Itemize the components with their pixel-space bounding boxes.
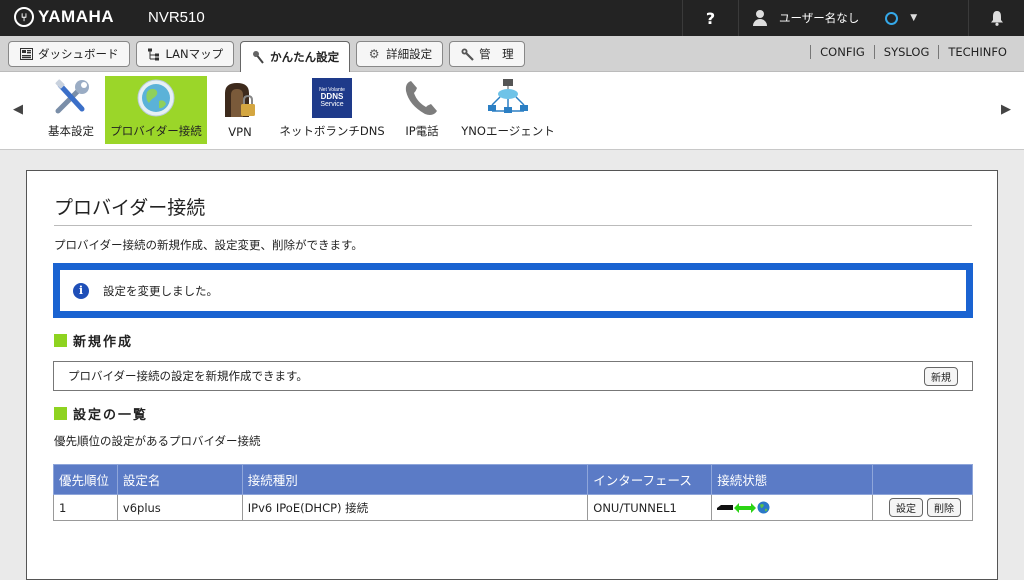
tab-lan-map[interactable]: LANマップ (135, 41, 235, 67)
section-title: 設定の一覧 (73, 408, 149, 423)
user-icon (753, 10, 767, 26)
new-create-description: プロバイダー接続の設定を新規作成できます。 (68, 369, 308, 383)
edit-button[interactable]: 設定 (889, 498, 924, 517)
tab-label: LANマップ (165, 47, 224, 61)
section-marker-icon (54, 334, 67, 347)
chevron-down-icon: ▼ (910, 13, 918, 23)
section-list: 設定の一覧 (54, 404, 148, 423)
globe-icon (757, 501, 770, 514)
section-marker-icon (54, 407, 67, 420)
notification-button[interactable] (968, 0, 1024, 36)
nav-bar: ダッシュボード LANマップ かんたん設定 ⚙ 詳細設定 管 理 CONFIG … (0, 36, 1024, 72)
scroll-left-icon[interactable]: ◀ (13, 102, 23, 117)
help-button[interactable]: ? (682, 0, 738, 36)
tab-advanced[interactable]: ⚙ 詳細設定 (356, 41, 444, 67)
menu-label: ネットボランチDNS (279, 124, 385, 138)
cell-actions: 設定 削除 (872, 494, 973, 521)
menu-label: IP電話 (405, 124, 439, 138)
page-title: プロバイダー接続 (54, 197, 206, 219)
column-header-priority: 優先順位 (53, 464, 118, 495)
table-row: 1 v6plus IPv6 IPoE(DHCP) 接続 ONU/TUNNEL1 … (53, 494, 973, 521)
ddns-logo-line: Service (320, 101, 344, 109)
cell-interface: ONU/TUNNEL1 (587, 494, 713, 521)
lock-icon (218, 78, 262, 122)
menu-netvolante-dns[interactable]: Net Volante DDNS Service ネットボランチDNS (278, 76, 386, 144)
page-description: プロバイダー接続の新規作成、設定変更、削除ができます。 (54, 238, 363, 252)
tuning-fork-icon: ⑂ (14, 7, 34, 27)
section-title: 新規作成 (73, 335, 134, 350)
tab-management[interactable]: 管 理 (449, 41, 525, 67)
scroll-right-icon[interactable]: ▶ (1001, 102, 1011, 117)
menu-yno-agent[interactable]: YNOエージェント (458, 76, 558, 144)
cell-priority: 1 (53, 494, 118, 521)
bell-icon (990, 11, 1003, 26)
status-ring-icon (885, 11, 899, 25)
menu-ip-phone[interactable]: IP電話 (398, 76, 446, 144)
column-header-name: 設定名 (116, 464, 243, 495)
tab-label: かんたん設定 (270, 50, 340, 64)
new-create-box: プロバイダー接続の設定を新規作成できます。 新規 (53, 361, 973, 391)
menu-label: 基本設定 (48, 124, 94, 138)
link-syslog[interactable]: SYSLOG (873, 45, 939, 59)
menu-vpn[interactable]: VPN (214, 76, 266, 144)
column-header-interface: インターフェース (587, 464, 713, 495)
user-name: ユーザー名なし (779, 11, 860, 25)
delete-button[interactable]: 削除 (927, 498, 962, 517)
cell-status (711, 494, 874, 521)
tab-label: 管 理 (479, 47, 514, 61)
lan-map-icon (147, 47, 161, 61)
main-panel: プロバイダー接続 プロバイダー接続の新規作成、設定変更、削除ができます。 i 設… (26, 170, 998, 580)
table-header-row: 優先順位 設定名 接続種別 インターフェース 接続状態 (53, 464, 973, 495)
info-icon: i (73, 282, 89, 299)
tab-dashboard[interactable]: ダッシュボード (8, 41, 130, 67)
dashboard-icon (19, 47, 33, 61)
top-bar: ⑂ YAMAHA NVR510 ? ユーザー名なし ▼ (0, 0, 1024, 36)
phone-icon (400, 76, 444, 120)
menu-provider-connection[interactable]: プロバイダー接続 (105, 76, 207, 144)
cell-type: IPv6 IPoE(DHCP) 接続 (241, 494, 589, 521)
notice-text: 設定を変更しました。 (103, 283, 218, 298)
user-menu[interactable]: ユーザー名なし ▼ (738, 0, 968, 36)
help-icon: ? (705, 8, 716, 28)
wand-icon (251, 50, 265, 64)
new-button[interactable]: 新規 (924, 366, 958, 386)
column-header-actions (872, 464, 973, 495)
section-new: 新規作成 (54, 331, 133, 350)
menu-label: VPN (228, 125, 252, 139)
brand-name: YAMAHA (38, 7, 115, 26)
menu-label: プロバイダー接続 (110, 124, 202, 138)
gear-icon: ⚙ (368, 47, 380, 61)
connected-arrow-icon (734, 502, 757, 513)
link-config[interactable]: CONFIG (810, 45, 874, 59)
tab-label: ダッシュボード (38, 47, 119, 61)
title-divider (54, 225, 972, 226)
model-name: NVR510 (148, 9, 205, 26)
menu-label: YNOエージェント (461, 124, 555, 138)
network-icon (486, 76, 530, 120)
icon-menu: ◀ 基本設定 プロバイダー接続 VPN Net Volante DDNS Ser… (0, 72, 1024, 150)
tab-easy-setup[interactable]: かんたん設定 (240, 41, 351, 72)
yamaha-logo: ⑂ YAMAHA (14, 7, 114, 27)
column-header-status: 接続状態 (711, 464, 874, 495)
provider-table: 優先順位 設定名 接続種別 インターフェース 接続状態 1 v6plus IPv… (53, 464, 973, 521)
ddns-logo-line: DDNS (320, 91, 344, 101)
router-icon (717, 504, 734, 510)
menu-basic-settings[interactable]: 基本設定 (38, 76, 104, 144)
ddns-icon: Net Volante DDNS Service (310, 76, 354, 120)
notice-box: i 設定を変更しました。 (53, 263, 973, 318)
column-header-type: 接続種別 (241, 464, 589, 495)
wrench-icon (460, 47, 474, 61)
cell-name: v6plus (116, 494, 243, 521)
link-techinfo[interactable]: TECHINFO (938, 45, 1016, 59)
globe-icon (134, 76, 178, 120)
list-description: 優先順位の設定があるプロバイダー接続 (54, 434, 261, 448)
tools-icon (49, 76, 93, 120)
connection-status (717, 501, 872, 514)
tab-label: 詳細設定 (386, 47, 433, 61)
